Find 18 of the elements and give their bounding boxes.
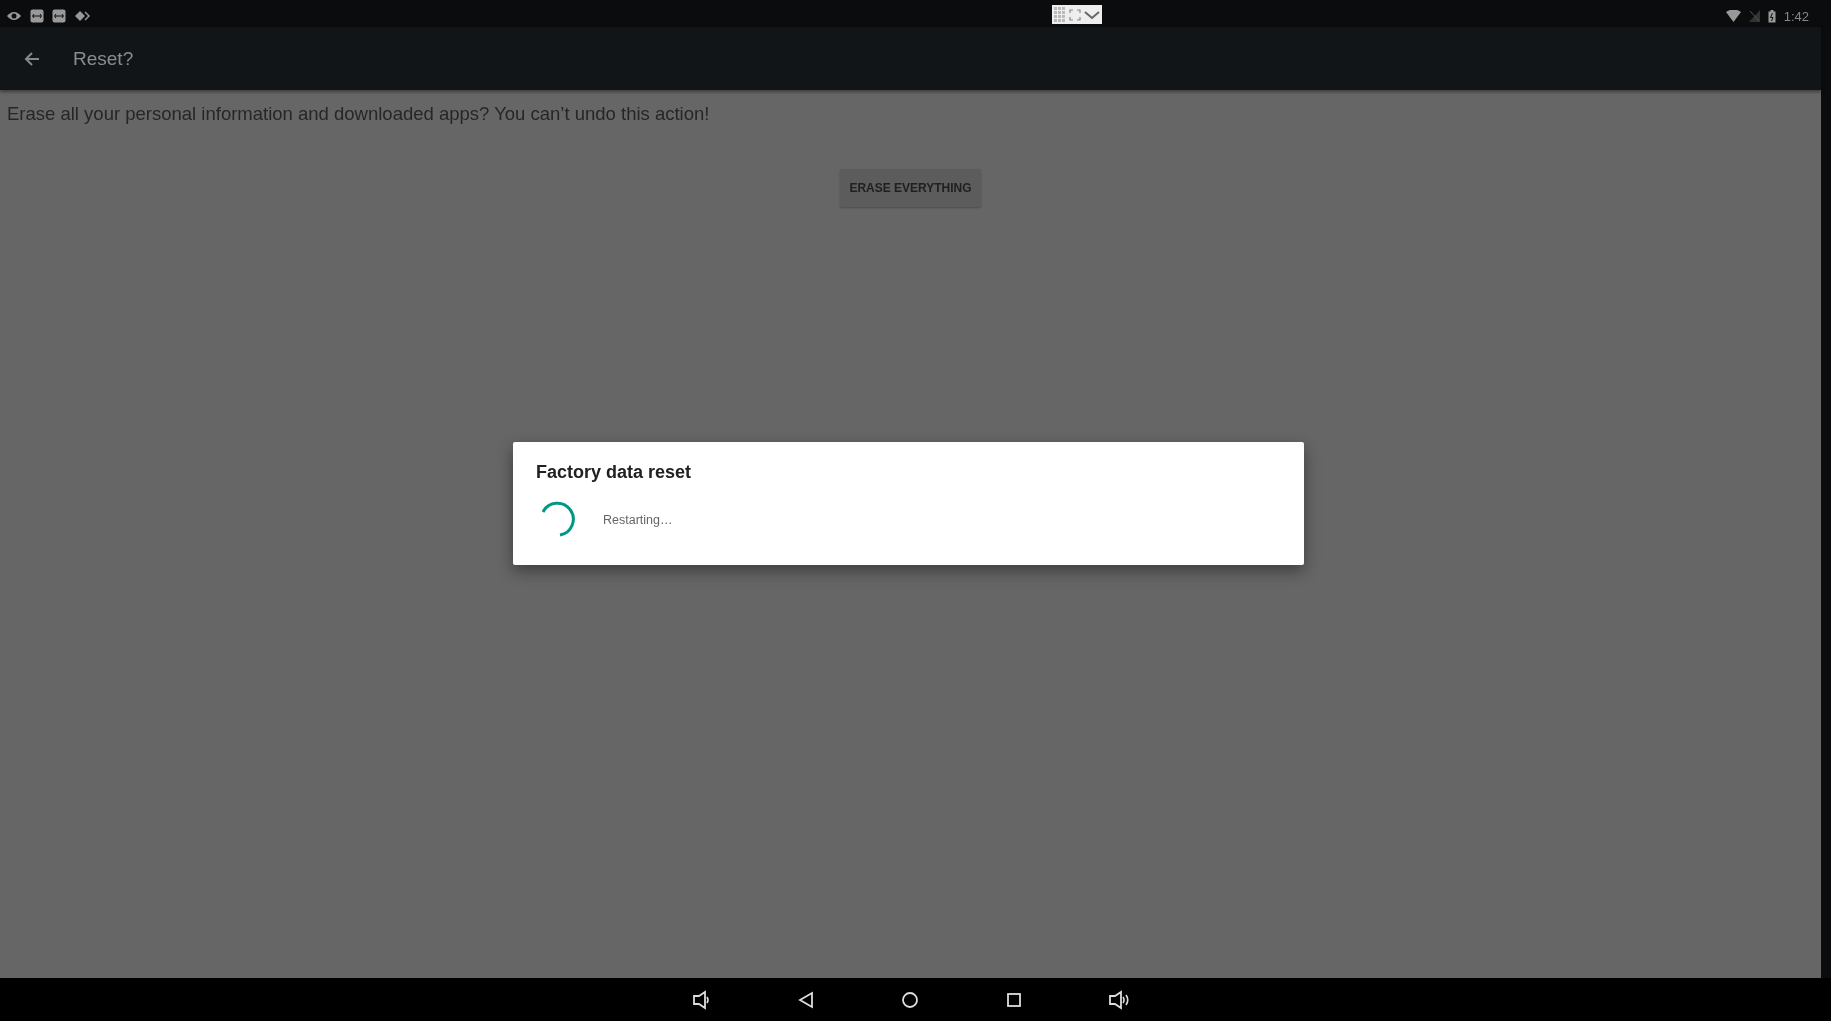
erase-everything-button[interactable]: ERASE EVERYTHING <box>840 169 981 207</box>
eye-icon <box>6 10 22 22</box>
chevron-down-icon[interactable] <box>1084 9 1100 20</box>
speaker-icon <box>691 989 712 1010</box>
progress-message: Restarting… <box>603 513 673 527</box>
warning-message: Erase all your personal information and downloaded apps? You can’t undo this action! <box>6 102 711 125</box>
no-signal-icon <box>1748 10 1760 22</box>
diamond-arrow-icon <box>74 10 90 22</box>
battery-icon <box>1767 9 1776 23</box>
clock-time: 1:42 <box>1783 8 1809 24</box>
remote-app-icon <box>30 9 44 23</box>
remote-app-icon <box>52 9 66 23</box>
page-title: Reset? <box>73 47 134 70</box>
dialog-title: Factory data reset <box>536 462 693 483</box>
circle-icon <box>899 989 920 1010</box>
speaker-loud-icon <box>1107 989 1130 1010</box>
back-arrow-icon <box>24 50 40 67</box>
wifi-icon <box>1725 10 1741 22</box>
